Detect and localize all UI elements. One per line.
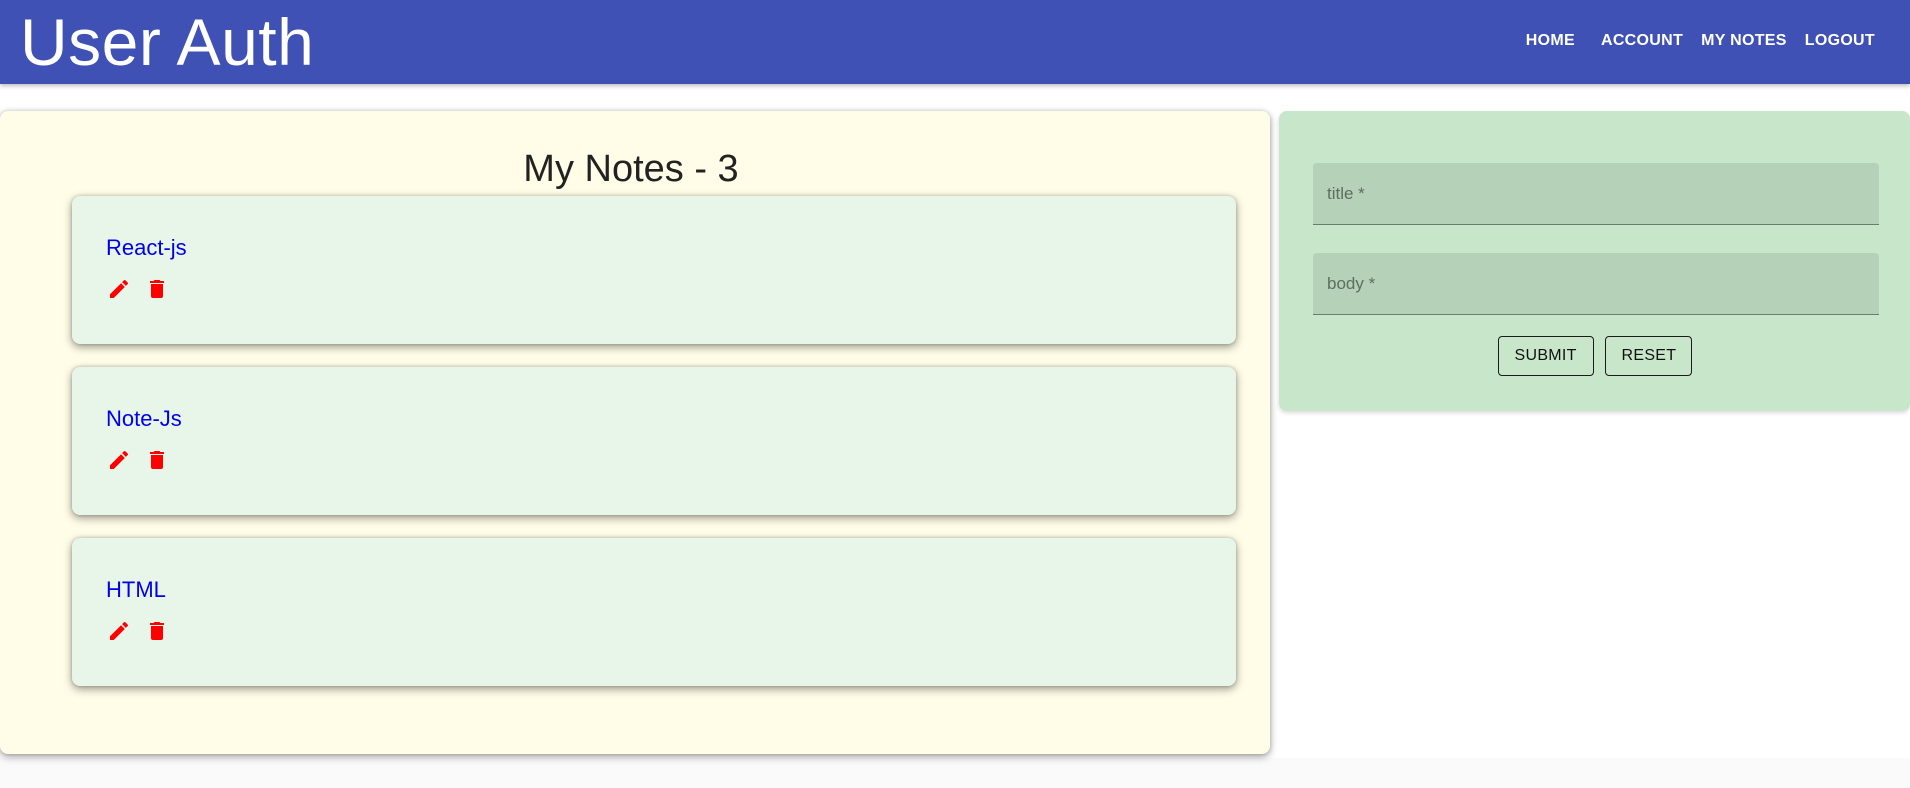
nav-account-link[interactable]: ACCOUNT [1592, 22, 1692, 60]
note-title: Note-Js [106, 406, 182, 431]
title-input[interactable] [1313, 163, 1879, 224]
edit-icon[interactable] [106, 618, 132, 644]
reset-button[interactable]: RESET [1604, 336, 1692, 376]
app-title: User Auth [20, 5, 315, 79]
delete-icon[interactable] [144, 276, 170, 302]
title-field [1313, 163, 1879, 225]
note-form: SUBMIT RESET [1279, 111, 1910, 411]
edit-icon[interactable] [106, 276, 132, 302]
nav-logout-link[interactable]: LOGOUT [1796, 22, 1884, 60]
note-card: React-js [72, 196, 1236, 344]
notes-heading: My Notes - 3 [523, 148, 739, 190]
note-actions [106, 276, 170, 302]
delete-icon[interactable] [144, 447, 170, 473]
app-bar: User Auth HOME ACCOUNT MY NOTES LOGOUT [0, 0, 1910, 84]
body-field [1313, 253, 1879, 315]
note-card: HTML [72, 538, 1236, 686]
nav-home-link[interactable]: HOME [1517, 22, 1584, 60]
form-actions: SUBMIT RESET [1279, 336, 1910, 376]
note-card: Note-Js [72, 367, 1236, 515]
nav-my-notes-link[interactable]: MY NOTES [1692, 22, 1796, 60]
note-actions [106, 447, 170, 473]
note-title: React-js [106, 235, 187, 260]
submit-button[interactable]: SUBMIT [1497, 336, 1594, 376]
nav-menu: HOME ACCOUNT MY NOTES LOGOUT [1517, 22, 1884, 60]
note-title: HTML [106, 577, 166, 602]
note-actions [106, 618, 170, 644]
delete-icon[interactable] [144, 618, 170, 644]
body-input[interactable] [1313, 253, 1879, 314]
edit-icon[interactable] [106, 447, 132, 473]
notes-panel: My Notes - 3 React-js Note-Js HTML [0, 111, 1270, 754]
